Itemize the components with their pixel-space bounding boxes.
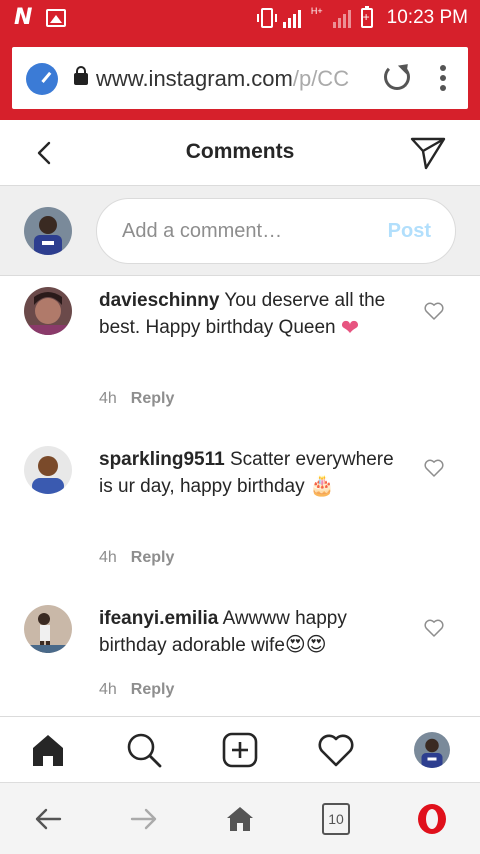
- comment-meta: 4h Reply: [99, 549, 174, 567]
- comment-text: davieschinny You deserve all the best. H…: [99, 287, 409, 341]
- address-bar[interactable]: www.instagram.com/p/CC: [12, 47, 468, 109]
- tabs-count: 10: [328, 811, 344, 827]
- comment-username[interactable]: ifeanyi.emilia: [99, 608, 218, 629]
- commenter-avatar[interactable]: [24, 446, 72, 494]
- notification-n-icon: N: [14, 5, 33, 30]
- comment-item: sparkling9511 Scatter everywhere is ur d…: [0, 436, 480, 586]
- new-post-icon[interactable]: [222, 732, 258, 768]
- instagram-tab-bar: [0, 716, 480, 782]
- signal-icon: [282, 8, 301, 28]
- browser-back-icon[interactable]: [32, 803, 64, 835]
- like-heart-icon[interactable]: [424, 459, 444, 477]
- tabs-icon[interactable]: 10: [322, 803, 350, 835]
- battery-icon: [360, 6, 373, 28]
- reload-icon[interactable]: [384, 64, 410, 90]
- comment-item: davieschinny You deserve all the best. H…: [0, 277, 480, 427]
- more-menu-icon[interactable]: [440, 65, 446, 91]
- search-icon[interactable]: [126, 732, 162, 768]
- comment-time: 4h: [99, 681, 117, 698]
- comment-time: 4h: [99, 549, 117, 566]
- reply-button[interactable]: Reply: [131, 390, 175, 407]
- comment-item: ifeanyi.emilia Awwww happy birthday ador…: [0, 595, 480, 713]
- comment-meta: 4h Reply: [99, 681, 174, 699]
- comment-text: sparkling9511 Scatter everywhere is ur d…: [99, 446, 409, 500]
- vibrate-icon: [256, 8, 277, 28]
- comment-input[interactable]: Add a comment… Post: [96, 198, 456, 264]
- home-icon[interactable]: [30, 732, 66, 768]
- network-type: H+: [310, 6, 323, 16]
- browser-home-icon[interactable]: [224, 803, 256, 835]
- signal-2-icon: [332, 8, 351, 28]
- comment-placeholder: Add a comment…: [122, 220, 283, 242]
- image-notification-icon: [46, 9, 67, 27]
- heart-eyes-emoji: 😍😍: [284, 634, 327, 657]
- comment-username[interactable]: davieschinny: [99, 290, 219, 311]
- status-bar: N H+ 10:23 PM: [0, 0, 480, 36]
- url-path: /p/CC: [292, 66, 350, 91]
- post-button[interactable]: Post: [388, 220, 431, 243]
- profile-avatar[interactable]: [414, 732, 450, 768]
- heart-emoji: ❤: [340, 315, 360, 341]
- reply-button[interactable]: Reply: [131, 549, 175, 566]
- comment-composer: Add a comment… Post: [0, 186, 480, 276]
- url-main: www.instagram.com: [96, 66, 293, 91]
- comment-meta: 4h Reply: [99, 390, 174, 408]
- reply-button[interactable]: Reply: [131, 681, 175, 698]
- commenter-avatar[interactable]: [24, 605, 72, 653]
- commenter-avatar[interactable]: [24, 287, 72, 335]
- browser-forward-icon[interactable]: [128, 803, 160, 835]
- my-avatar: [24, 207, 72, 255]
- comment-time: 4h: [99, 390, 117, 407]
- speed-dial-icon[interactable]: [26, 63, 58, 95]
- like-heart-icon[interactable]: [424, 302, 444, 320]
- cake-emoji: 🎂: [309, 475, 335, 498]
- clock: 10:23 PM: [386, 7, 468, 28]
- send-icon[interactable]: [410, 136, 446, 170]
- activity-icon[interactable]: [318, 732, 354, 768]
- like-heart-icon[interactable]: [424, 619, 444, 637]
- page-title: Comments: [185, 140, 295, 163]
- browser-toolbar: www.instagram.com/p/CC: [0, 36, 480, 120]
- opera-icon[interactable]: [416, 803, 448, 835]
- lock-icon: [74, 66, 88, 85]
- comments-header: Comments: [0, 120, 480, 186]
- comment-username[interactable]: sparkling9511: [99, 449, 225, 470]
- comment-text: ifeanyi.emilia Awwww happy birthday ador…: [99, 605, 409, 659]
- browser-bottom-bar: 10: [0, 782, 480, 854]
- url-text[interactable]: www.instagram.com/p/CC: [96, 66, 384, 92]
